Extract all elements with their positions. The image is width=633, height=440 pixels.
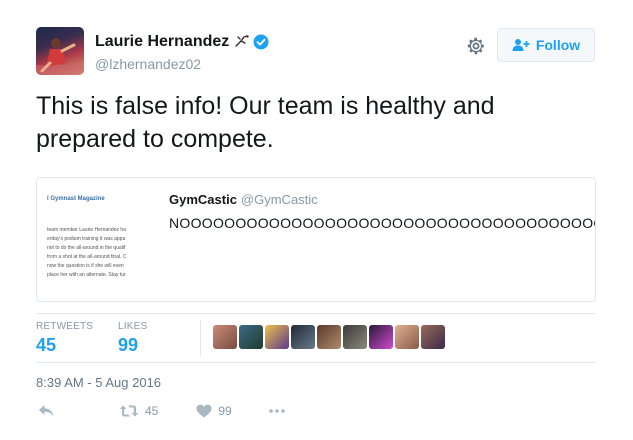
liker-avatars (213, 325, 445, 349)
thumbnail-line: from a shot at the all-around final. C (47, 254, 127, 260)
author-name-row: Laurie Hernandez (95, 33, 269, 51)
verified-badge-icon (253, 34, 269, 50)
follow-button[interactable]: Follow (497, 28, 595, 62)
tweet-timestamp[interactable]: 8:39 AM - 5 Aug 2016 (36, 375, 161, 390)
reply-icon (39, 405, 54, 417)
liker-avatar[interactable] (317, 325, 341, 349)
quoted-tweet-thumbnail[interactable]: l Gymnast Magazine team member Laurie He… (37, 178, 155, 301)
like-button[interactable]: 99 (196, 404, 232, 418)
thumbnail-title: l Gymnast Magazine (47, 196, 105, 202)
likes-count: 99 (118, 335, 139, 355)
thumbnail-line: team member Laurie Hernandez ha (47, 227, 126, 233)
quoted-tweet-card[interactable]: l Gymnast Magazine team member Laurie He… (36, 177, 596, 302)
more-button[interactable] (268, 408, 286, 414)
liker-avatar[interactable] (369, 325, 393, 349)
quoted-author-name: GymCastic (169, 192, 237, 207)
liker-avatar[interactable] (421, 325, 445, 349)
likes-stat[interactable]: LIKES 99 (118, 321, 147, 356)
follow-button-label: Follow (535, 37, 581, 53)
quoted-author-handle: @GymCastic (240, 192, 318, 207)
liker-avatar[interactable] (265, 325, 289, 349)
author-avatar[interactable] (36, 27, 84, 75)
thumbnail-line: erday's podium training it was appa (47, 236, 126, 242)
tweet-text: This is false info! Our team is healthy … (36, 92, 495, 153)
author-handle[interactable]: @lzhernandez02 (95, 56, 201, 72)
stats-bottom-divider (36, 362, 596, 363)
liker-avatar[interactable] (239, 325, 263, 349)
gear-icon[interactable] (465, 35, 487, 57)
thumbnail-line: now the question is if she will even (47, 263, 124, 269)
thumbnail-line: place her with an alternate. Stay tur (47, 272, 126, 278)
retweets-count: 45 (36, 335, 57, 355)
author-name[interactable]: Laurie Hernandez (95, 33, 229, 51)
retweet-icon (119, 405, 139, 417)
heart-icon (196, 404, 212, 418)
gymnast-emoji-icon (235, 34, 249, 50)
retweets-stat[interactable]: RETWEETS 45 (36, 321, 93, 356)
retweets-label: RETWEETS (36, 321, 94, 332)
liker-avatar[interactable] (213, 325, 237, 349)
tweet-actions: 45 99 (36, 404, 286, 418)
like-count: 99 (218, 404, 232, 418)
retweet-count: 45 (145, 404, 159, 418)
thumbnail-line: not to do the all-around in the qualif (47, 245, 126, 251)
quoted-tweet-author: GymCastic @GymCastic (169, 192, 318, 207)
stats-vertical-divider (200, 320, 201, 356)
add-person-icon (512, 39, 530, 51)
likes-label: LIKES (118, 321, 148, 332)
stats-top-divider (36, 313, 596, 314)
liker-avatar[interactable] (343, 325, 367, 349)
quoted-tweet-text: NOOOOOOOOOOOOOOOOOOOOOOOOOOOOOOOOOOOOOO (169, 215, 596, 231)
reply-button[interactable] (38, 404, 55, 418)
liker-avatar[interactable] (395, 325, 419, 349)
liker-avatar[interactable] (291, 325, 315, 349)
more-dots-icon (268, 409, 285, 413)
retweet-button[interactable]: 45 (119, 404, 158, 418)
